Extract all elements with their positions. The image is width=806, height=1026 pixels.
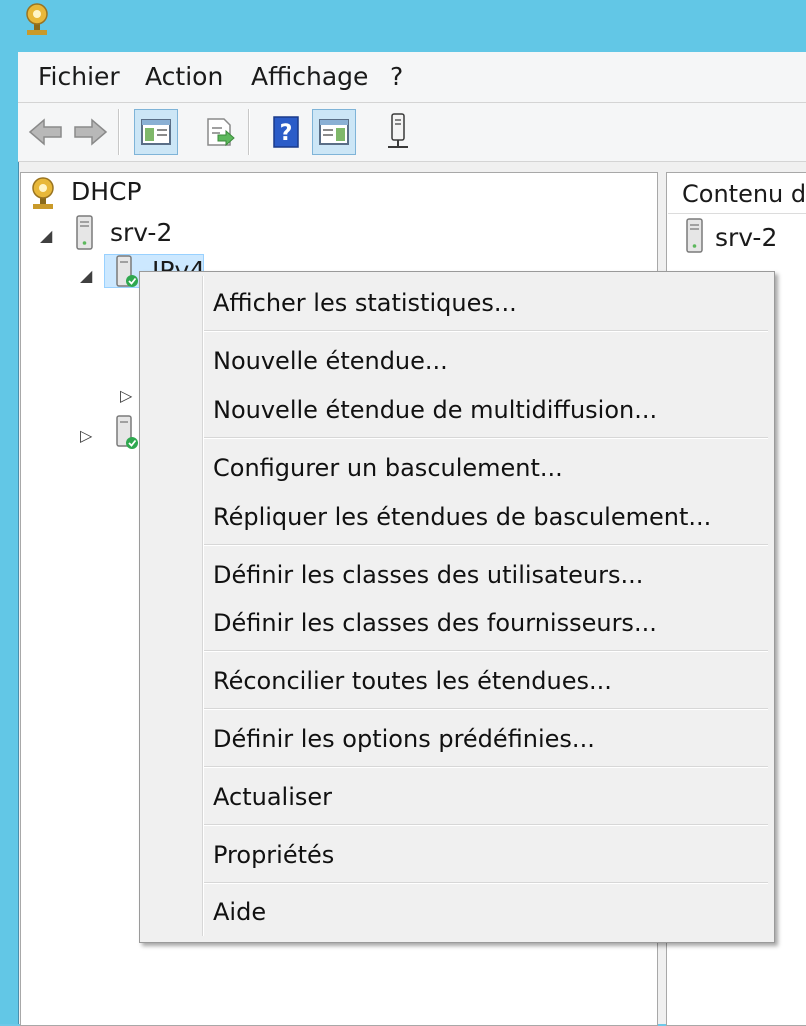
server-status-button[interactable]	[376, 109, 420, 155]
menu-separator	[204, 882, 768, 884]
menu-item-label: Afficher les statistiques...	[213, 289, 517, 317]
results-column-header[interactable]: Contenu de	[668, 174, 806, 214]
menu-separator	[204, 650, 768, 652]
tree-node-dhcp[interactable]: DHCP	[71, 177, 142, 206]
menu-item-label: Répliquer les étendues de basculement...	[213, 503, 712, 531]
toolbar-separator	[118, 109, 120, 155]
menu-item-label: Réconcilier toutes les étendues...	[213, 667, 612, 695]
back-button[interactable]	[24, 109, 68, 155]
menu-separator	[204, 766, 768, 768]
export-list-button[interactable]	[198, 109, 242, 155]
menu-item-label: Actualiser	[213, 783, 332, 811]
menu-item-label: Propriétés	[213, 841, 335, 869]
menu-affichage[interactable]: Affichage	[241, 52, 378, 102]
dhcp-icon	[32, 177, 54, 209]
show-hide-console-tree-button[interactable]	[134, 109, 178, 155]
menu-item-label: Définir les options prédéfinies...	[213, 725, 595, 753]
menu-item-aide[interactable]: Aide	[142, 888, 770, 936]
menu-separator	[204, 437, 768, 439]
menu-fichier[interactable]: Fichier	[28, 52, 130, 102]
context-menu: Afficher les statistiques... Nouvelle ét…	[139, 271, 775, 943]
forward-button[interactable]	[68, 109, 112, 155]
menu-item-reconcilier[interactable]: Réconcilier toutes les étendues...	[142, 657, 770, 705]
menu-item-repliquer-etendues[interactable]: Répliquer les étendues de basculement...	[142, 493, 770, 541]
server-icon	[76, 215, 93, 250]
help-button[interactable]: ?	[264, 109, 308, 155]
menu-action[interactable]: Action	[135, 52, 233, 102]
title-bar	[0, 0, 806, 52]
menu-item-classes-fournisseurs[interactable]: Définir les classes des fournisseurs...	[142, 599, 770, 647]
menu-item-label: Aide	[213, 898, 267, 926]
window-left-border	[0, 0, 18, 1024]
menu-bar: Fichier Action Affichage ?	[18, 52, 806, 103]
menu-separator	[204, 824, 768, 826]
expand-ipv4-toggle[interactable]: ◢	[80, 266, 92, 285]
menu-item-configurer-basculement[interactable]: Configurer un basculement...	[142, 444, 770, 492]
menu-item-label: Définir les classes des utilisateurs...	[213, 561, 644, 589]
menu-item-nouvelle-etendue[interactable]: Nouvelle étendue...	[142, 337, 770, 385]
toolbar-separator	[248, 109, 250, 155]
results-item-srv-2[interactable]: srv-2	[715, 223, 777, 252]
menu-item-classes-utilisateurs[interactable]: Définir les classes des utilisateurs...	[142, 551, 770, 599]
expand-sibling-toggle[interactable]: ▷	[80, 426, 92, 445]
expand-child-toggle[interactable]: ▷	[120, 386, 132, 405]
menu-item-label: Nouvelle étendue de multidiffusion...	[213, 396, 658, 424]
console-tree-icon	[141, 119, 171, 145]
server-icon	[686, 218, 703, 253]
back-arrow-icon	[28, 118, 62, 146]
forward-arrow-icon	[74, 118, 108, 146]
menu-item-nouvelle-etendue-multidiffusion[interactable]: Nouvelle étendue de multidiffusion...	[142, 386, 770, 434]
server-tower-icon	[388, 113, 408, 148]
menu-help[interactable]: ?	[380, 52, 413, 102]
export-list-icon	[207, 118, 235, 147]
menu-separator	[204, 708, 768, 710]
menu-item-label: Définir les classes des fournisseurs...	[213, 609, 657, 637]
svg-text:?: ?	[280, 121, 293, 146]
action-pane-icon	[319, 119, 349, 145]
expand-srv-2-toggle[interactable]: ◢	[40, 226, 52, 245]
toolbar: ?	[18, 103, 806, 162]
menu-item-actualiser[interactable]: Actualiser	[142, 773, 770, 821]
dhcp-app-icon	[26, 3, 48, 35]
server-check-icon	[116, 415, 138, 449]
menu-item-options-predefinies[interactable]: Définir les options prédéfinies...	[142, 715, 770, 763]
menu-item-proprietes[interactable]: Propriétés	[142, 831, 770, 879]
show-hide-action-pane-button[interactable]	[312, 109, 356, 155]
menu-item-afficher-statistiques[interactable]: Afficher les statistiques...	[142, 279, 770, 327]
menu-item-label: Nouvelle étendue...	[213, 347, 448, 375]
ipv4-server-icon	[116, 255, 138, 287]
menu-separator	[204, 330, 768, 332]
help-icon: ?	[273, 116, 299, 148]
menu-item-label: Configurer un basculement...	[213, 454, 563, 482]
tree-node-srv-2[interactable]: srv-2	[110, 218, 172, 247]
menu-separator	[204, 544, 768, 546]
